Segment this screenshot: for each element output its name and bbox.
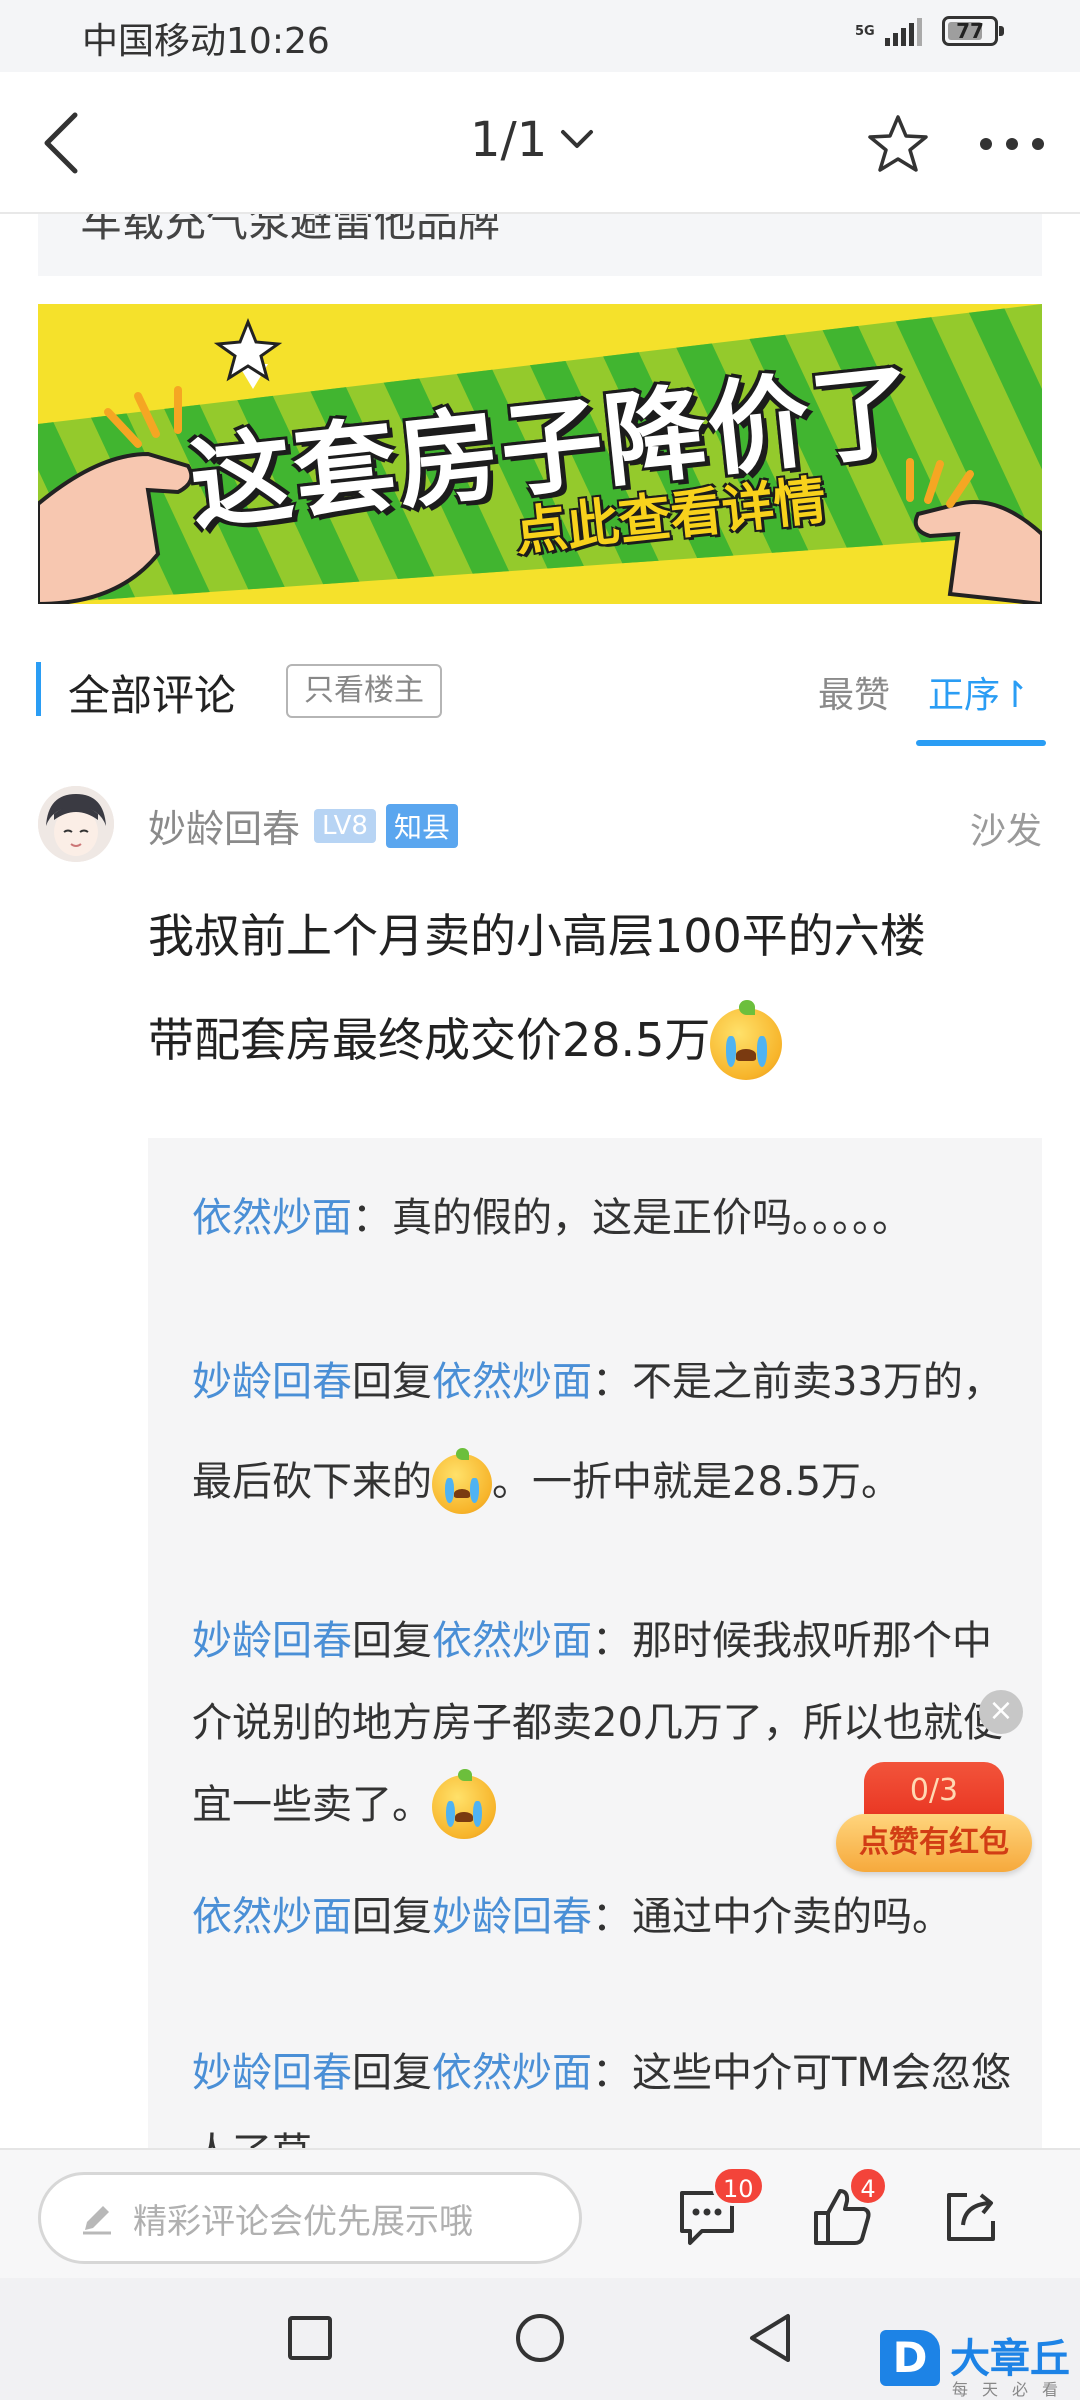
- chevron-down-icon: [561, 130, 594, 148]
- back-button[interactable]: [26, 108, 96, 178]
- more-button[interactable]: [974, 106, 1050, 182]
- comment-count-badge: 10: [712, 2166, 765, 2206]
- recent-apps-button[interactable]: [280, 2308, 340, 2368]
- top-nav: 1/1: [0, 72, 1080, 214]
- carrier-time: 中国移动10:26: [82, 12, 330, 64]
- reply-separator: ：: [592, 1894, 632, 1940]
- network-type: 5G: [855, 23, 875, 39]
- comment-text-line-1: 我叔前上个月卖的小高层100平的六楼: [148, 909, 926, 963]
- reply-item[interactable]: 依然炒面：真的假的，这是正价吗。。。。。: [192, 1180, 1012, 1256]
- crying-emoji-icon: [432, 1448, 492, 1514]
- level-badge: LV8: [314, 808, 376, 843]
- close-float-button[interactable]: ×: [979, 1690, 1023, 1734]
- system-back-button[interactable]: [740, 2308, 800, 2368]
- sort-order-tab[interactable]: 正序↾: [928, 666, 1030, 718]
- reply-separator: ：: [592, 1359, 632, 1405]
- reply-verb: 回复: [352, 1894, 432, 1940]
- reply-item[interactable]: 妙龄回春回复依然炒面：不是之前卖33万的，最后砍下来的 。一折中就是28.5万。: [192, 1332, 1012, 1532]
- clock: 10:26: [226, 21, 330, 62]
- watermark-slogan: 每天必看: [952, 2380, 1073, 2399]
- circle-icon: [516, 2314, 564, 2362]
- previous-content-card[interactable]: 车载充气泵避雷他品牌: [38, 214, 1042, 276]
- back-icon: [44, 112, 78, 174]
- section-accent-bar: [36, 662, 41, 716]
- reply-author[interactable]: 妙龄回春: [192, 1359, 352, 1405]
- reply-text: 真的假的，这是正价吗。。。。。: [392, 1195, 912, 1241]
- op-only-button[interactable]: 只看楼主: [286, 664, 442, 718]
- like-count-badge: 4: [848, 2166, 888, 2206]
- square-icon: [288, 2316, 332, 2360]
- share-button[interactable]: [934, 2180, 1008, 2254]
- red-packet-label: 点赞有红包: [836, 1814, 1032, 1872]
- promo-banner[interactable]: 这套房子降价了 点此查看详情: [38, 304, 1042, 604]
- battery-icon: 77: [942, 16, 1004, 46]
- reply-target[interactable]: 依然炒面: [432, 1618, 592, 1664]
- floor-label: 沙发: [969, 811, 1042, 852]
- carrier-name: 中国移动: [82, 21, 227, 62]
- crying-emoji-icon: [432, 1768, 496, 1839]
- previous-card-text: 车载充气泵避雷他品牌: [80, 214, 501, 246]
- comments-button[interactable]: 10: [670, 2166, 765, 2254]
- watermark: D 大章丘 每天必看: [880, 2326, 1076, 2399]
- sort-hot-tab[interactable]: 最赞: [818, 666, 890, 718]
- reply-item[interactable]: 依然炒面回复妙龄回春：通过中介卖的吗。: [192, 1878, 1012, 1956]
- status-bar: 中国移动10:26 5G 77: [0, 0, 1080, 72]
- signal-icon: [885, 16, 922, 46]
- title-badge: 知县: [385, 803, 458, 848]
- reply-author[interactable]: 依然炒面: [192, 1195, 352, 1241]
- like-button[interactable]: 4: [806, 2166, 888, 2254]
- home-button[interactable]: [510, 2308, 570, 2368]
- reply-verb: 回复: [352, 1618, 432, 1664]
- reply-separator: ：: [352, 1195, 392, 1241]
- reply-separator: ：: [592, 1618, 632, 1664]
- reply-author[interactable]: 依然炒面: [192, 1894, 352, 1940]
- comment-input[interactable]: 精彩评论会优先展示哦: [38, 2172, 582, 2264]
- comment-text-line-2-row: 带配套房最终成交价28.5万: [148, 988, 1028, 1092]
- comments-header: 全部评论 只看楼主 最赞 正序↾: [0, 650, 1080, 750]
- red-packet-widget[interactable]: 0/3 点赞有红包: [836, 1762, 1032, 1874]
- reply-verb: 回复: [352, 2050, 432, 2096]
- reply-author[interactable]: 妙龄回春: [192, 2050, 352, 2096]
- reply-separator: ：: [592, 2050, 632, 2096]
- comments-title: 全部评论: [68, 671, 237, 720]
- reply-target[interactable]: 依然炒面: [432, 2050, 592, 2096]
- bottom-action-bar: 精彩评论会优先展示哦 10 4: [0, 2148, 1080, 2278]
- comment-text-line-2: 带配套房最终成交价28.5万: [148, 1013, 711, 1067]
- reply-thread: 依然炒面：真的假的，这是正价吗。。。。。 妙龄回春回复依然炒面：不是之前卖33万…: [148, 1138, 1042, 2148]
- comment-input-placeholder: 精彩评论会优先展示哦: [133, 2201, 473, 2242]
- pencil-icon: [83, 2206, 111, 2235]
- comment-user-row: 妙龄回春 LV8 知县: [148, 798, 458, 853]
- reply-target[interactable]: 妙龄回春: [432, 1894, 592, 1940]
- user-avatar-icon: [38, 786, 114, 862]
- more-icon: [980, 138, 1044, 150]
- reply-target[interactable]: 依然炒面: [432, 1359, 592, 1405]
- page-selector[interactable]: 1/1: [470, 112, 595, 168]
- avatar[interactable]: [38, 786, 114, 862]
- reply-text: 通过中介卖的吗。: [632, 1894, 952, 1940]
- comment-username[interactable]: 妙龄回春: [148, 798, 300, 853]
- reply-item[interactable]: 妙龄回春回复依然炒面：这些中介可TM会忽悠人了草: [192, 2033, 1012, 2148]
- status-icons: 5G 77: [855, 16, 1004, 46]
- active-tab-underline: [916, 740, 1046, 746]
- page-indicator: 1/1: [470, 112, 548, 168]
- crying-emoji-icon: [710, 1000, 783, 1080]
- watermark-logo: D: [880, 2330, 940, 2386]
- star-icon: [868, 115, 928, 172]
- triangle-back-icon: [750, 2314, 790, 2362]
- reply-author[interactable]: 妙龄回春: [192, 1618, 352, 1664]
- reply-verb: 回复: [352, 1359, 432, 1405]
- share-icon: [947, 2193, 995, 2241]
- reply-text-after: 。一折中就是28.5万。: [492, 1459, 902, 1505]
- favorite-button[interactable]: [860, 106, 936, 182]
- comment-body[interactable]: 我叔前上个月卖的小高层100平的六楼 带配套房最终成交价28.5万: [148, 884, 1028, 1092]
- battery-percent: 77: [956, 19, 984, 43]
